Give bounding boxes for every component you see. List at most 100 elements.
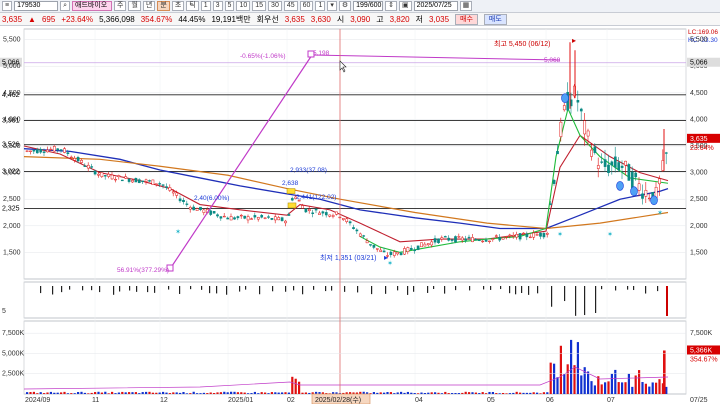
- signal-bar: [601, 286, 603, 290]
- volume-bar: [420, 392, 423, 394]
- candle-body: [355, 229, 359, 232]
- candle-body: [501, 237, 505, 240]
- candle-body: [25, 150, 29, 152]
- candle-body: [518, 233, 522, 240]
- candle-body: [250, 218, 253, 220]
- candle-body: [236, 216, 240, 219]
- count-field[interactable]: 199/600: [353, 1, 384, 11]
- trend-bottom-label: 56.91%(377.29%): [117, 267, 169, 274]
- bid-price: 3,630: [310, 14, 331, 24]
- volume-bar: [236, 392, 239, 394]
- trend-top-value: 5,198: [313, 50, 330, 57]
- period-week[interactable]: 월: [128, 1, 141, 11]
- x-tick: 12: [160, 397, 168, 404]
- candle-body: [100, 172, 104, 177]
- signal-bar: [500, 286, 502, 290]
- minute-custom[interactable]: 1: [315, 1, 326, 11]
- volume-bar: [315, 391, 318, 394]
- candle-body: [471, 237, 474, 243]
- candle-body: [460, 237, 464, 241]
- minute-45[interactable]: 45: [283, 1, 298, 11]
- volume-bar: [437, 392, 440, 394]
- signal-marker-icon[interactable]: [616, 181, 624, 191]
- minute-15[interactable]: 15: [252, 1, 267, 11]
- buy-button[interactable]: 매수: [455, 13, 478, 25]
- volume-bar: [655, 382, 658, 394]
- x-tick: 2024/09: [25, 397, 50, 404]
- volume-bar: [233, 391, 236, 394]
- lock-icon[interactable]: ▣: [399, 1, 412, 11]
- settings-icon[interactable]: ⚙: [338, 1, 352, 11]
- volume-bar: [532, 392, 535, 394]
- minute-60[interactable]: 60: [299, 1, 314, 11]
- volume-bar: [107, 393, 110, 394]
- candle-body: [301, 205, 304, 209]
- candle-body: [161, 184, 165, 186]
- volume-tick: 5,000K: [2, 350, 25, 357]
- volume-bar: [162, 391, 165, 394]
- annotation-1: 2,933(37.08): [290, 167, 327, 174]
- candle-body: [117, 175, 121, 177]
- volume-bar: [488, 391, 491, 394]
- signal-marker-icon[interactable]: [630, 186, 638, 197]
- volume-bar: [607, 381, 610, 394]
- spin-icon[interactable]: ⇕: [385, 1, 398, 11]
- candle-body: [406, 247, 410, 252]
- signal-marker-icon[interactable]: [650, 195, 658, 206]
- period-second[interactable]: 초: [171, 1, 185, 11]
- minute-10[interactable]: 10: [236, 1, 251, 11]
- up-arrow-icon: ▲: [28, 14, 36, 24]
- volume-bar: [43, 393, 46, 394]
- stock-code-input[interactable]: 179530: [14, 1, 59, 11]
- minute-1[interactable]: 1: [200, 1, 211, 11]
- star-icon: ✶: [175, 228, 181, 236]
- signal-marker-icon[interactable]: [561, 93, 569, 103]
- signal-bar: [40, 286, 42, 294]
- volume-bar: [70, 393, 73, 394]
- date-field[interactable]: 2025/07/25: [413, 1, 458, 11]
- volume-bar: [158, 392, 161, 394]
- signal-bar: [371, 286, 373, 295]
- candle-body: [539, 232, 542, 237]
- volume-bar: [423, 393, 426, 394]
- candle-body: [450, 239, 454, 241]
- volume-bar: [444, 391, 447, 394]
- signal-bar: [99, 286, 101, 293]
- candle-body: [617, 162, 621, 171]
- open-label: 시: [336, 14, 345, 24]
- volume-bar: [206, 393, 209, 394]
- search-icon[interactable]: ⌕: [60, 1, 71, 11]
- minute-30[interactable]: 30: [268, 1, 282, 11]
- volume-tick: 2,500K: [2, 371, 25, 378]
- signal-bar: [595, 286, 597, 313]
- x-tick: 06: [546, 397, 554, 404]
- calendar-icon[interactable]: ▦: [459, 1, 473, 11]
- signal-bar: [129, 286, 131, 291]
- stock-name-field[interactable]: 애드바이오: [72, 1, 113, 11]
- period-year[interactable]: 년: [142, 1, 156, 11]
- candle-body: [437, 238, 440, 244]
- volume-bar: [104, 391, 107, 394]
- hamburger-icon[interactable]: ≡: [2, 1, 13, 11]
- minute-3[interactable]: 3: [212, 1, 223, 11]
- candle-body: [137, 179, 141, 184]
- period-day[interactable]: 주: [114, 1, 127, 11]
- volume-bar: [478, 393, 481, 394]
- candle-body: [86, 164, 90, 169]
- dropdown-icon[interactable]: ▾: [327, 1, 337, 11]
- volume-bar: [216, 392, 219, 394]
- event-flag-icon: [287, 202, 297, 209]
- candle-body: [168, 187, 172, 191]
- minute-5[interactable]: 5: [224, 1, 235, 11]
- candle-body: [423, 243, 427, 247]
- period-minute[interactable]: 분: [157, 1, 170, 11]
- stock-chart[interactable]: 5,0664,4623,9813,5263,0222,325 ✶✶✶ ✶✶ 최고 …: [0, 27, 720, 404]
- volume-bar: [454, 393, 457, 394]
- period-tick[interactable]: 틱: [186, 1, 199, 11]
- trade-value: 19,191백만: [211, 14, 251, 24]
- volume-bar: [447, 393, 450, 394]
- sell-button[interactable]: 매도: [483, 13, 507, 25]
- star-icon: ✶: [607, 230, 613, 238]
- signal-bar: [575, 286, 577, 316]
- volume-bar: [56, 392, 59, 394]
